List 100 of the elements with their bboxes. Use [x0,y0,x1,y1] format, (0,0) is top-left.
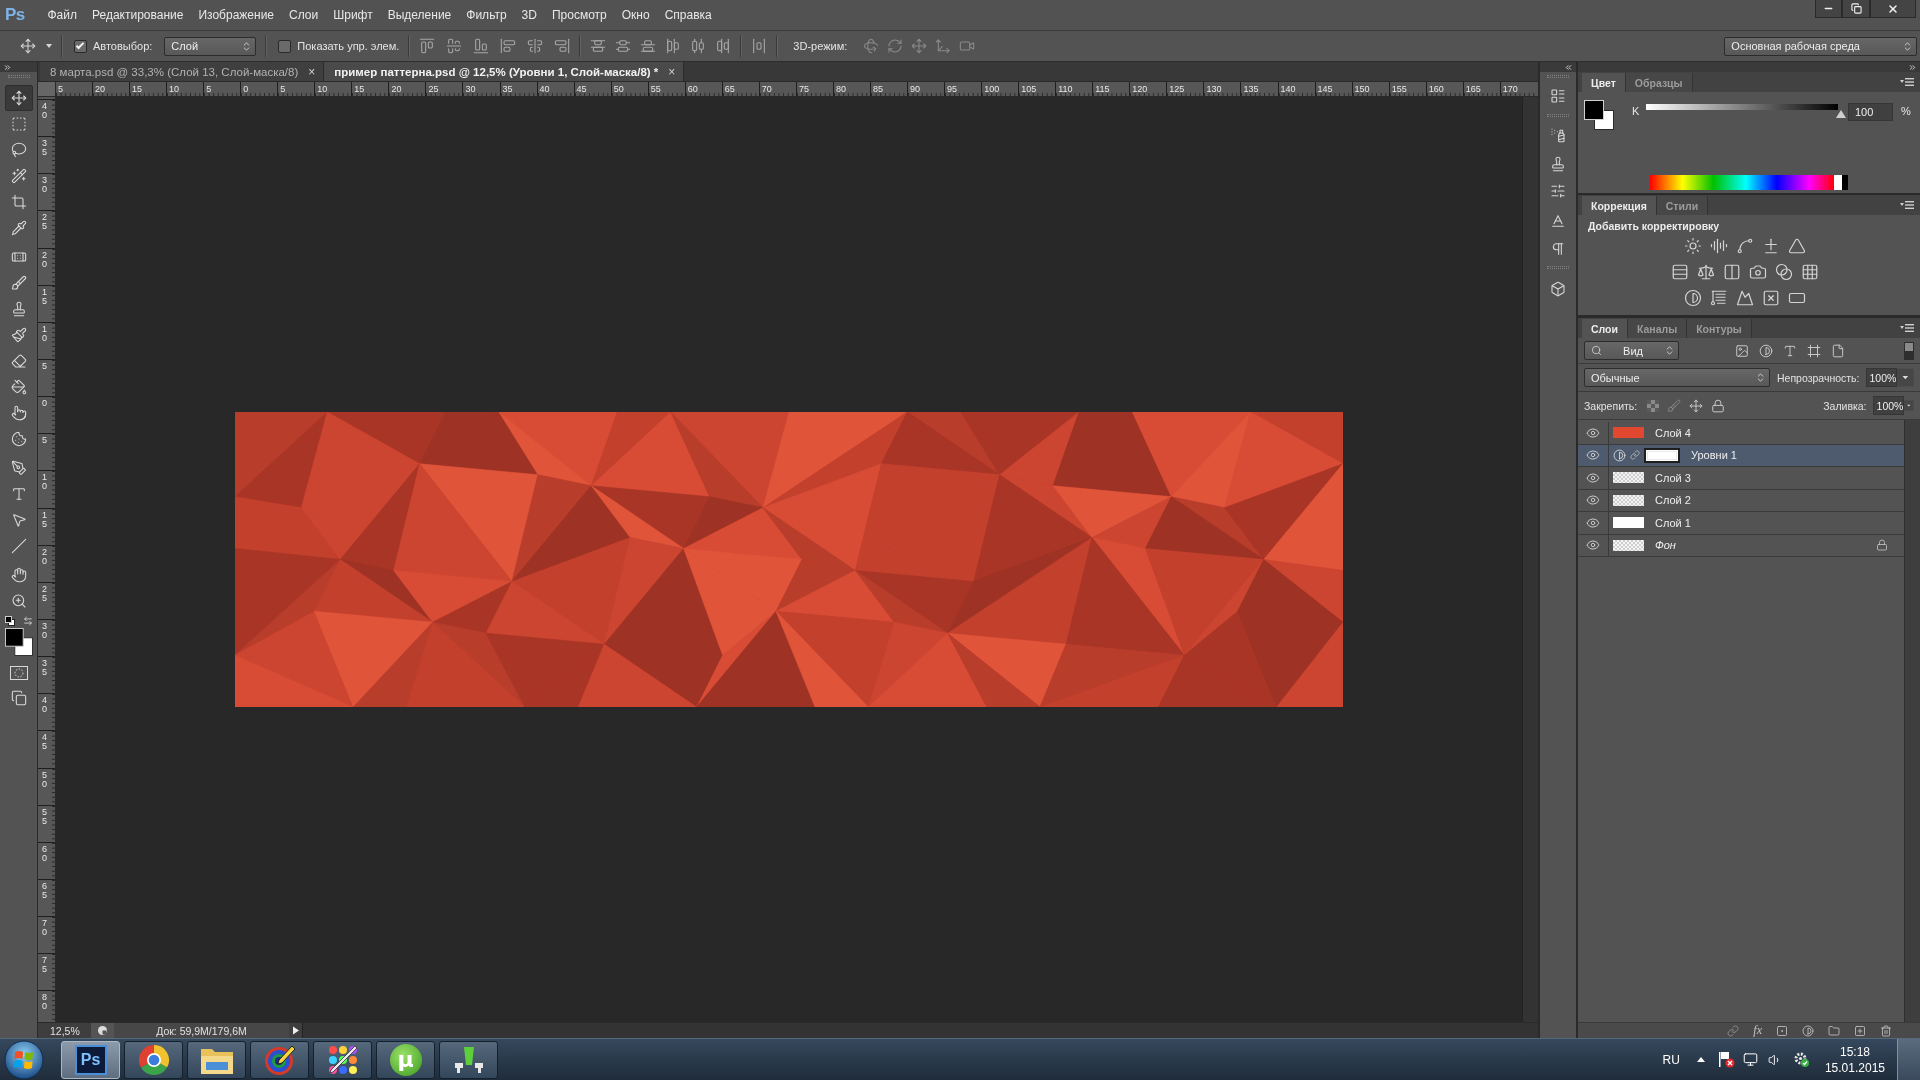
magic-wand-icon[interactable] [10,168,27,184]
layer-select[interactable]: Слой [164,36,257,56]
document-status-icon[interactable] [91,1023,114,1038]
panel-tab[interactable]: Цвет [1582,73,1626,92]
restore-icon[interactable] [1850,3,1862,14]
align-right-icon[interactable] [554,38,571,54]
menu-item[interactable]: Справка [657,8,720,22]
stacked-windows-icon[interactable] [10,690,27,706]
menu-item[interactable]: Файл [40,8,85,22]
align-middle-icon[interactable] [446,38,463,54]
horizontal-scrollbar[interactable] [302,1023,1538,1038]
eye-icon[interactable] [1586,470,1600,485]
align-center-icon[interactable] [527,38,544,54]
panel-tab[interactable]: Контуры [1687,319,1752,338]
flag-error-icon[interactable] [1717,1051,1735,1068]
eye-icon[interactable] [1586,515,1600,530]
filter-select[interactable]: Вид [1584,341,1679,360]
four-way-arrows-icon[interactable] [1689,398,1704,413]
menu-item[interactable]: Фильтр [458,8,515,22]
menu-item[interactable]: Изображение [190,8,282,22]
panel-tab[interactable]: Слои [1582,319,1628,338]
taskbar-button[interactable]: Ps [61,1040,120,1079]
square-x-icon[interactable] [1762,289,1780,307]
pilcrow-icon[interactable] [1550,241,1566,257]
up-triangle-icon[interactable] [1696,1057,1705,1062]
layer-row[interactable]: Слой 3 [1578,467,1904,490]
close-icon[interactable] [1887,2,1899,15]
brush-icon[interactable] [10,275,27,291]
spray-can-icon[interactable] [1550,127,1566,143]
document-tab[interactable]: 8 марта.psd @ 33,3% (Слой 13, Слой-маска/8) × [40,62,325,81]
checker-square-icon[interactable] [1647,399,1660,412]
collapse-arrows-icon[interactable] [1564,62,1573,72]
taskbar-button[interactable] [124,1040,183,1079]
tab-close-button[interactable]: × [308,64,316,79]
letter-t-icon[interactable] [10,486,27,502]
distribute-top-icon[interactable] [590,38,607,54]
dashed-square-icon[interactable] [10,116,27,132]
arrow-pointer-icon[interactable] [10,512,27,528]
restore-button[interactable] [1842,0,1870,18]
document-tab[interactable]: пример паттерна.psd @ 12,5% (Уровни 1, Слой-маска/8) * × [324,62,685,81]
menu-item[interactable]: Слои [281,8,326,22]
eye-icon[interactable] [1586,448,1600,463]
panel-tab[interactable]: Коррекция [1582,196,1657,215]
monitor-icon[interactable] [1742,1052,1758,1067]
expand-arrows-icon[interactable] [1908,62,1917,72]
pointing-finger-icon[interactable] [10,405,27,421]
effects-button[interactable]: fx [1753,1023,1762,1038]
panel-tab[interactable]: Стили [1656,196,1709,215]
checkbox[interactable] [74,39,87,53]
layer-row[interactable]: Слой 1 [1578,512,1904,535]
color-swatches-icon[interactable] [4,628,33,656]
default-colors-icon[interactable] [4,616,15,626]
taskbar-button[interactable] [187,1040,246,1079]
stamp-icon[interactable] [1550,156,1566,172]
eye-icon[interactable] [1586,538,1600,553]
gear-check-icon[interactable] [1793,1052,1809,1067]
rows-icon[interactable] [1671,263,1689,281]
letter-a-icon[interactable] [1550,213,1566,229]
eyedropper-icon[interactable] [10,220,27,236]
folder-icon[interactable] [1828,1024,1840,1037]
color-swatches-icon[interactable] [1584,100,1614,130]
dashed-circle-frame-icon[interactable] [9,666,28,680]
align-left-icon[interactable] [500,38,517,54]
distribute-bottom-icon[interactable] [640,38,657,54]
tool-button[interactable] [4,85,33,111]
fill-field[interactable]: 100% [1872,396,1905,415]
mountain-icon[interactable] [1736,289,1754,307]
distribute-left-icon[interactable] [665,38,682,54]
panel-menu-icon[interactable] [1900,201,1914,209]
color-spectrum-bar[interactable] [1650,175,1848,190]
page-icon[interactable] [1831,343,1845,358]
blend-mode-select[interactable]: Обычные [1584,368,1770,387]
close-button[interactable] [1870,0,1916,18]
panel-tab[interactable]: Образцы [1625,73,1693,92]
double-arrow-icon[interactable] [22,616,33,626]
list-icon[interactable] [1550,88,1566,104]
columns-icon[interactable] [1723,263,1741,281]
workspace-select[interactable]: Основная рабочая среда [1724,36,1918,56]
blinds-icon[interactable] [1710,289,1728,307]
plus-minus-icon[interactable] [1762,237,1780,255]
image-icon[interactable] [1735,343,1749,358]
letter-t-icon[interactable] [1783,343,1797,358]
eye-icon[interactable] [1586,425,1600,440]
value-field[interactable]: 100 [1848,103,1893,121]
start-orb-icon[interactable] [4,1039,44,1080]
cube-icon[interactable] [1550,281,1566,297]
camera-icon[interactable] [1749,263,1767,281]
eye-icon[interactable] [1586,493,1600,508]
align-bottom-icon[interactable] [473,38,490,54]
contrast-icon[interactable] [1684,289,1702,307]
auto-align-icon[interactable] [751,38,768,54]
trash-icon[interactable] [1880,1024,1892,1037]
taskbar-button[interactable] [439,1040,498,1079]
triangle-icon[interactable] [1788,237,1806,255]
half-circle-icon[interactable] [1802,1024,1814,1037]
curve-icon[interactable] [1736,237,1754,255]
sun-icon[interactable] [1684,237,1702,255]
layer-row[interactable]: Слой 2 [1578,489,1904,512]
line-icon[interactable] [10,538,27,554]
align-top-icon[interactable] [419,38,436,54]
